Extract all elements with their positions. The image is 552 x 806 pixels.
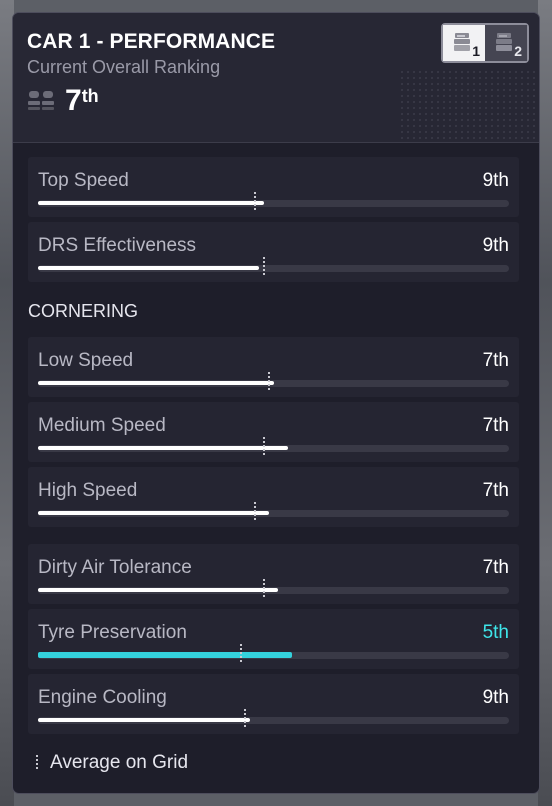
team-cars-icon (28, 91, 54, 110)
stat-rank: 9th (482, 235, 509, 256)
stat-row[interactable]: Tyre Preservation 5th (28, 609, 519, 669)
panel-title: CAR 1 - PERFORMANCE (27, 30, 276, 53)
grid-average-marker (267, 372, 270, 390)
stat-row[interactable]: Medium Speed 7th (28, 402, 519, 462)
stat-bar-track (38, 579, 509, 597)
stat-row[interactable]: DRS Effectiveness 9th (28, 222, 519, 282)
stat-row[interactable]: Low Speed 7th (28, 337, 519, 397)
stat-bar-fill (38, 201, 265, 205)
stat-bar-fill (38, 588, 279, 592)
stat-label: Medium Speed (38, 415, 166, 436)
stat-rank: 9th (482, 687, 509, 708)
background-right (538, 0, 552, 806)
stat-bar-track (38, 502, 509, 520)
stat-label: High Speed (38, 480, 138, 501)
stat-row[interactable]: Engine Cooling 9th (28, 674, 519, 734)
stat-rank: 7th (482, 415, 509, 436)
stat-bar-track (38, 437, 509, 455)
stat-bar-fill (38, 381, 274, 385)
stat-bar-track (38, 372, 509, 390)
average-legend: Average on Grid (36, 752, 188, 774)
stat-bar-track (38, 257, 509, 275)
car-1-button[interactable]: 1 (443, 25, 485, 61)
car-selector: 1 2 (441, 23, 529, 63)
stat-label: DRS Effectiveness (38, 235, 197, 256)
stat-rank: 5th (482, 622, 509, 643)
grid-average-marker (253, 192, 256, 210)
section-heading: CORNERING (28, 301, 139, 321)
stat-label: Tyre Preservation (38, 622, 187, 643)
stat-row[interactable]: High Speed 7th (28, 467, 519, 527)
stat-bar-fill (38, 511, 269, 515)
grid-average-marker (263, 257, 266, 275)
overall-rank-number: 7 (65, 84, 82, 117)
grid-average-marker (263, 437, 266, 455)
stat-label: Low Speed (38, 350, 134, 371)
header-dot-pattern (399, 69, 539, 141)
stat-bar-track (38, 192, 509, 210)
stat-rank: 7th (482, 350, 509, 371)
panel-header: CAR 1 - PERFORMANCE Current Overall Rank… (13, 13, 539, 143)
average-legend-label: Average on Grid (50, 752, 189, 773)
stat-bar-fill (38, 266, 260, 270)
stat-bar-fill (38, 652, 293, 658)
ranking-subtitle: Current Overall Ranking (27, 57, 221, 77)
grid-average-marker (263, 579, 266, 597)
stat-label: Engine Cooling (38, 687, 167, 708)
average-marker-icon (36, 755, 38, 771)
stat-rank: 9th (482, 170, 509, 191)
stat-label: Top Speed (38, 170, 129, 191)
stat-bar-fill (38, 718, 250, 722)
stat-row[interactable]: Top Speed 9th (28, 157, 519, 217)
grid-average-marker (244, 709, 247, 727)
car-2-label: 2 (514, 43, 522, 59)
stat-row[interactable]: Dirty Air Tolerance 7th (28, 544, 519, 604)
grid-average-marker (253, 502, 256, 520)
car-1-label: 1 (472, 43, 480, 59)
overall-rank-suffix: th (81, 86, 99, 106)
grid-average-marker (239, 644, 242, 662)
car-2-button[interactable]: 2 (485, 25, 527, 61)
stat-bar-fill (38, 446, 288, 450)
stat-bar-track (38, 644, 509, 662)
stat-label: Dirty Air Tolerance (38, 557, 192, 578)
overall-ranking: 7 th (27, 84, 99, 118)
performance-stats: Top Speed 9th DRS Effectiveness 9th CORNERIN… (13, 143, 539, 734)
stat-rank: 7th (482, 480, 509, 501)
performance-panel: CAR 1 - PERFORMANCE Current Overall Rank… (12, 12, 540, 794)
stat-bar-track (38, 709, 509, 727)
stat-rank: 7th (482, 557, 509, 578)
